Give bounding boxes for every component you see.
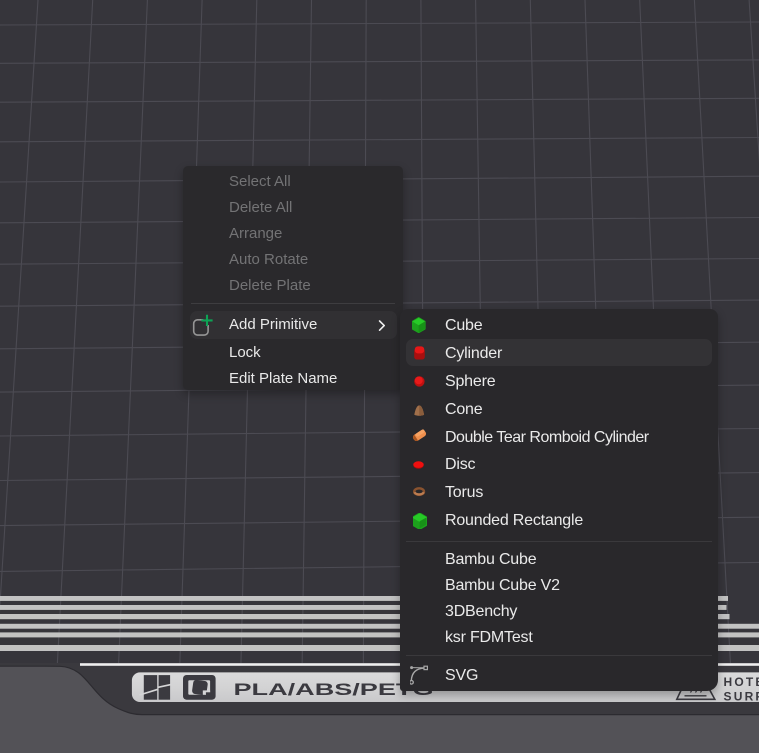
svg-text:HOTB: HOTB (724, 675, 759, 689)
svg-text:SURF: SURF (724, 690, 759, 704)
